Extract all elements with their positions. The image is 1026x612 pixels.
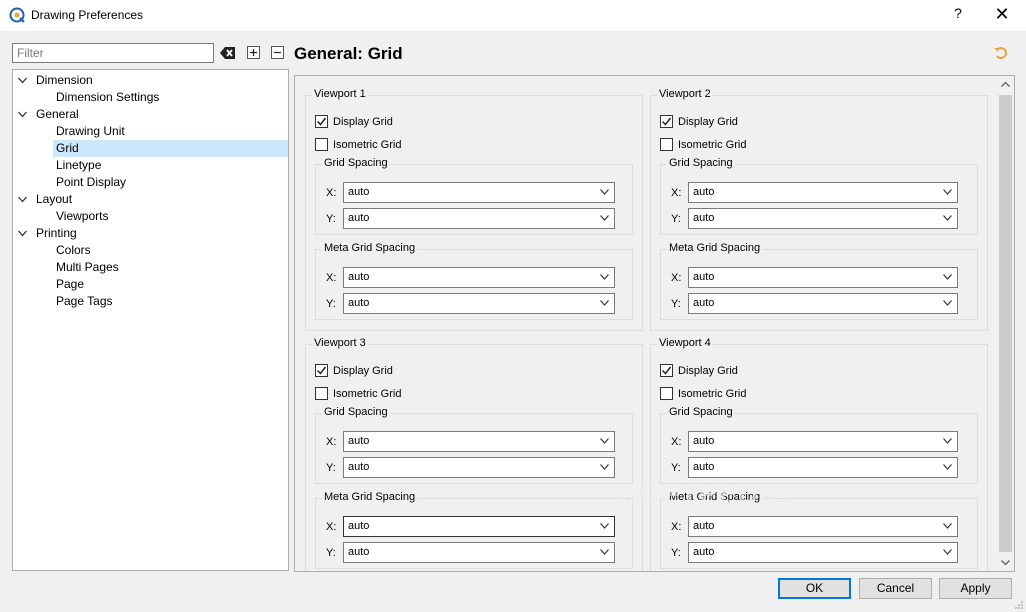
chevron-down-icon — [600, 464, 609, 470]
checkmark-icon — [661, 117, 672, 126]
tree-item-grid[interactable]: Grid — [53, 140, 288, 157]
tree-item-viewports[interactable]: Viewports — [13, 208, 288, 225]
checkmark-icon — [316, 366, 327, 375]
viewport-4-title: Viewport 4 — [657, 337, 713, 349]
viewport-2-group: Viewport 2 Display Grid Isometric Grid G… — [650, 88, 988, 331]
chevron-down-icon — [943, 189, 952, 195]
meta-grid-spacing-x-combo[interactable]: auto — [688, 516, 958, 537]
grid-spacing-group: Grid Spacing X: auto Y: auto — [315, 406, 633, 484]
tree-item-page-tags[interactable]: Page Tags — [13, 293, 288, 310]
chevron-down-icon — [600, 549, 609, 555]
viewport-1-title: Viewport 1 — [312, 88, 368, 100]
tree-item-page[interactable]: Page — [13, 276, 288, 293]
viewport-1-group: Viewport 1 Display Grid Isometric Grid G… — [305, 88, 643, 331]
meta-grid-spacing-group: Meta Grid Spacing X: auto Y: auto — [660, 242, 978, 320]
viewport-4-group: Viewport 4 Display Grid Isometric Grid G… — [650, 337, 988, 571]
chevron-down-icon — [600, 300, 609, 306]
viewport-2-title: Viewport 2 — [657, 88, 713, 100]
grid-spacing-x-combo[interactable]: auto — [343, 182, 615, 203]
grid-spacing-y-combo[interactable]: auto — [343, 457, 615, 478]
tree-item-point-display[interactable]: Point Display — [13, 174, 288, 191]
chevron-down-icon — [600, 189, 609, 195]
window-title: Drawing Preferences — [31, 8, 144, 22]
chevron-down-icon — [600, 438, 609, 444]
grid-spacing-y-combo[interactable]: auto — [343, 208, 615, 229]
chevron-down-icon — [600, 523, 609, 529]
tree-item-general[interactable]: General — [13, 106, 288, 123]
preferences-tree[interactable]: Dimension Dimension Settings General Dra… — [12, 69, 289, 571]
tree-item-dimension[interactable]: Dimension — [13, 72, 288, 89]
title-bar: Drawing Preferences ? ✕ — [0, 0, 1026, 31]
scrollbar-thumb[interactable] — [999, 95, 1012, 552]
app-icon — [9, 7, 25, 23]
checkmark-icon — [316, 117, 327, 126]
grid-spacing-group: Grid Spacing X: auto Y: auto — [660, 157, 978, 235]
tree-item-multi-pages[interactable]: Multi Pages — [13, 259, 288, 276]
tree-item-linetype[interactable]: Linetype — [13, 157, 288, 174]
grid-spacing-x-combo[interactable]: auto — [343, 431, 615, 452]
checkmark-icon — [661, 366, 672, 375]
cancel-button[interactable]: Cancel — [859, 578, 932, 599]
meta-grid-spacing-x-combo[interactable]: auto — [343, 516, 615, 537]
collapse-all-icon[interactable] — [270, 45, 286, 61]
chevron-down-icon — [943, 438, 952, 444]
chevron-down-icon — [943, 274, 952, 280]
chevron-down-icon — [943, 215, 952, 221]
tree-item-colors[interactable]: Colors — [13, 242, 288, 259]
help-button[interactable]: ? — [948, 5, 968, 25]
vertical-scrollbar[interactable] — [997, 76, 1014, 571]
chevron-down-icon[interactable] — [17, 228, 28, 239]
tree-item-drawing-unit[interactable]: Drawing Unit — [13, 123, 288, 140]
meta-grid-spacing-group: Meta Grid Spacing X: auto Y: auto — [315, 491, 633, 569]
grid-spacing-x-combo[interactable]: auto — [688, 431, 958, 452]
meta-grid-spacing-y-combo[interactable]: auto — [343, 542, 615, 563]
tree-item-dimension-settings[interactable]: Dimension Settings — [13, 89, 288, 106]
watermark: SOFTPEDIA — [620, 478, 790, 509]
grid-spacing-group: Grid Spacing X: auto Y: auto — [315, 157, 633, 235]
meta-grid-spacing-y-combo[interactable]: auto — [343, 293, 615, 314]
close-button[interactable]: ✕ — [992, 4, 1012, 26]
grid-spacing-y-combo[interactable]: auto — [688, 208, 958, 229]
meta-grid-spacing-y-combo[interactable]: auto — [688, 293, 958, 314]
chevron-down-icon — [943, 549, 952, 555]
chevron-down-icon — [943, 464, 952, 470]
viewport-3-title: Viewport 3 — [312, 337, 368, 349]
chevron-down-icon[interactable] — [17, 75, 28, 86]
grid-spacing-group: Grid Spacing X: auto Y: auto — [660, 406, 978, 484]
apply-button[interactable]: Apply — [939, 578, 1012, 599]
scroll-up-arrow-icon[interactable] — [997, 76, 1014, 93]
page-title: General: Grid — [294, 44, 403, 63]
meta-grid-spacing-y-combo[interactable]: auto — [688, 542, 958, 563]
meta-grid-spacing-x-combo[interactable]: auto — [688, 267, 958, 288]
tree-item-layout[interactable]: Layout — [13, 191, 288, 208]
resize-grip-icon[interactable] — [1014, 600, 1024, 610]
expand-all-icon[interactable] — [246, 45, 262, 61]
chevron-down-icon — [600, 274, 609, 280]
filter-input[interactable] — [12, 43, 214, 63]
tree-item-printing[interactable]: Printing — [13, 225, 288, 242]
chevron-down-icon — [943, 523, 952, 529]
viewport-3-group: Viewport 3 Display Grid Isometric Grid G… — [305, 337, 643, 571]
chevron-down-icon[interactable] — [17, 194, 28, 205]
ok-button[interactable]: OK — [778, 578, 851, 599]
chevron-down-icon[interactable] — [17, 109, 28, 120]
chevron-down-icon — [943, 300, 952, 306]
scroll-down-arrow-icon[interactable] — [997, 554, 1014, 571]
grid-spacing-x-combo[interactable]: auto — [688, 182, 958, 203]
meta-grid-spacing-x-combo[interactable]: auto — [343, 267, 615, 288]
grid-spacing-y-combo[interactable]: auto — [688, 457, 958, 478]
chevron-down-icon — [600, 215, 609, 221]
meta-grid-spacing-group: Meta Grid Spacing X: auto Y: auto — [315, 242, 633, 320]
reset-icon[interactable] — [993, 45, 1009, 61]
clear-filter-icon[interactable] — [220, 45, 236, 61]
